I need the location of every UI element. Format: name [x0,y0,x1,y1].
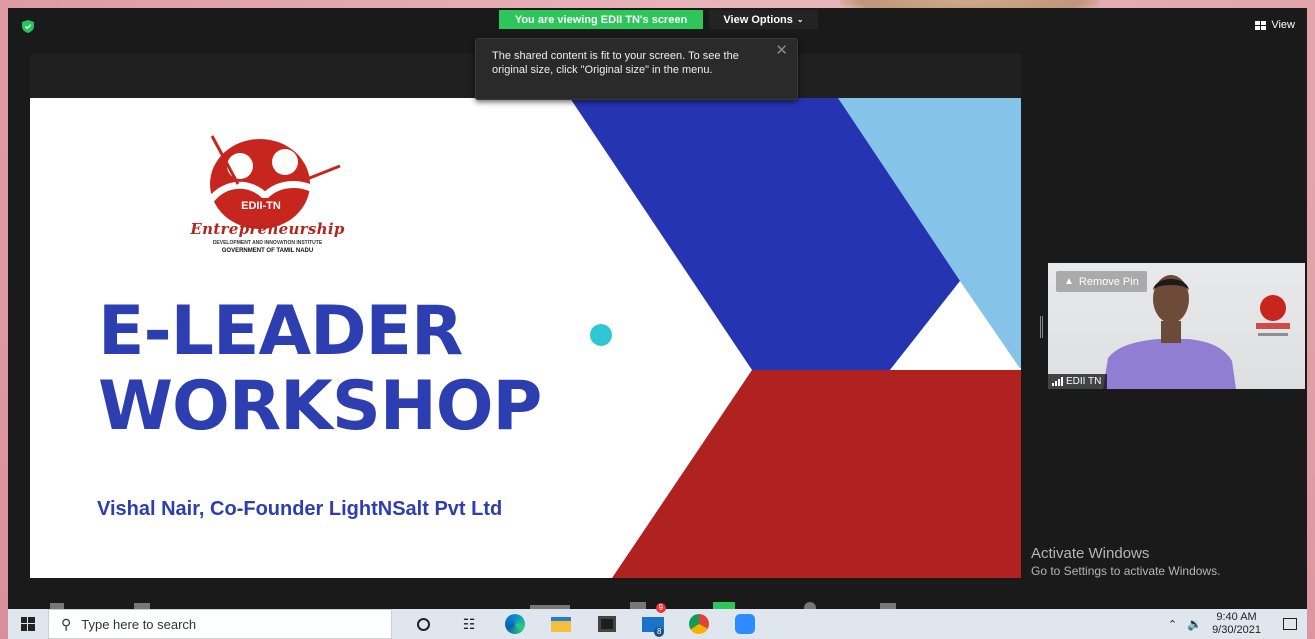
taskbar-clock[interactable]: 9:40 AM 9/30/2021 [1212,611,1261,637]
view-button-label: View [1271,19,1295,31]
logo-script-text: Entrepreneurship [190,220,345,238]
participant-name-label: EDII TN [1048,374,1108,389]
activate-windows-title: Activate Windows [1031,545,1150,562]
viewing-screen-banner: You are viewing EDII TN's screen [499,10,703,29]
taskbar-search-box[interactable]: ⚲ Type here to search [48,609,392,639]
chevron-down-icon: ⌄ [796,15,804,24]
logo-caption: Entrepreneurship DEVELOPMENT AND INNOVAT… [180,220,355,254]
logo-subtitle-institute: DEVELOPMENT AND INNOVATION INSTITUTE [212,240,323,246]
slide-title-line-1: E-LEADER [98,292,463,371]
presenter-name: Vishal Nair, Co-Founder LightNSalt Pvt L… [97,498,503,520]
show-hidden-icons-icon[interactable]: ⌃ [1168,618,1177,631]
fit-to-screen-tooltip: The shared content is fit to your screen… [475,38,798,100]
remove-pin-button[interactable]: ▲ Remove Pin [1056,271,1147,292]
panel-resize-handle[interactable] [1040,316,1043,338]
edge-browser-icon[interactable] [492,609,538,639]
windows-taskbar: ⚲ Type here to search ☷ 8 9 ⌃ 🔉 9:40 AM … [8,603,1307,639]
search-placeholder: Type here to search [81,616,197,632]
gallery-view-icon [1255,20,1267,30]
microsoft-store-icon[interactable] [584,609,630,639]
participant-video-tile[interactable]: ▲ Remove Pin EDII TN [1048,263,1305,389]
view-button[interactable]: View [1255,19,1295,31]
system-tray: ⌃ 🔉 9:40 AM 9/30/2021 [1168,611,1307,637]
chrome-icon[interactable] [676,609,722,639]
tooltip-text: The shared content is fit to your screen… [492,50,739,76]
mail-icon[interactable]: 8 9 [630,603,676,639]
view-options-label: View Options [723,13,793,26]
activate-windows-subtitle: Go to Settings to activate Windows. [1031,564,1221,578]
shield-icon[interactable] [22,20,34,33]
slide-title-line-2: WORKSHOP [98,367,542,446]
search-icon: ⚲ [61,615,72,632]
clock-date: 9/30/2021 [1212,624,1261,636]
file-explorer-icon[interactable] [538,609,584,639]
pin-icon: ▲ [1064,276,1074,287]
shared-slide: EDII-TN Entrepreneurship DEVELOPMENT AND… [30,98,1021,578]
logo-badge-text: EDII-TN [241,200,281,212]
volume-icon[interactable]: 🔉 [1187,617,1202,631]
logo-subtitle-government: GOVERNMENT OF TAMIL NADU [221,248,314,254]
zoom-app-icon[interactable] [722,609,768,639]
zoom-meeting-window: You are viewing EDII TN's screen View Op… [8,8,1307,609]
action-center-icon[interactable] [1283,618,1297,630]
clock-time: 9:40 AM [1216,611,1257,623]
task-view-icon[interactable]: ☷ [446,609,492,639]
participant-name: EDII TN [1066,376,1102,387]
view-options-button[interactable]: View Options ⌄ [709,10,818,29]
teal-dot [590,324,612,346]
mail-badge: 8 [654,627,665,637]
start-button[interactable] [8,609,48,639]
remove-pin-label: Remove Pin [1078,275,1139,288]
activate-windows-watermark: Activate Windows Go to Settings to activ… [1031,545,1220,578]
close-icon[interactable]: ✕ [775,43,788,58]
notification-badge: 9 [655,603,666,613]
cortana-icon[interactable] [400,609,446,639]
windows-logo-icon [21,617,35,631]
signal-strength-icon [1052,377,1063,386]
red-shape [612,370,1021,578]
